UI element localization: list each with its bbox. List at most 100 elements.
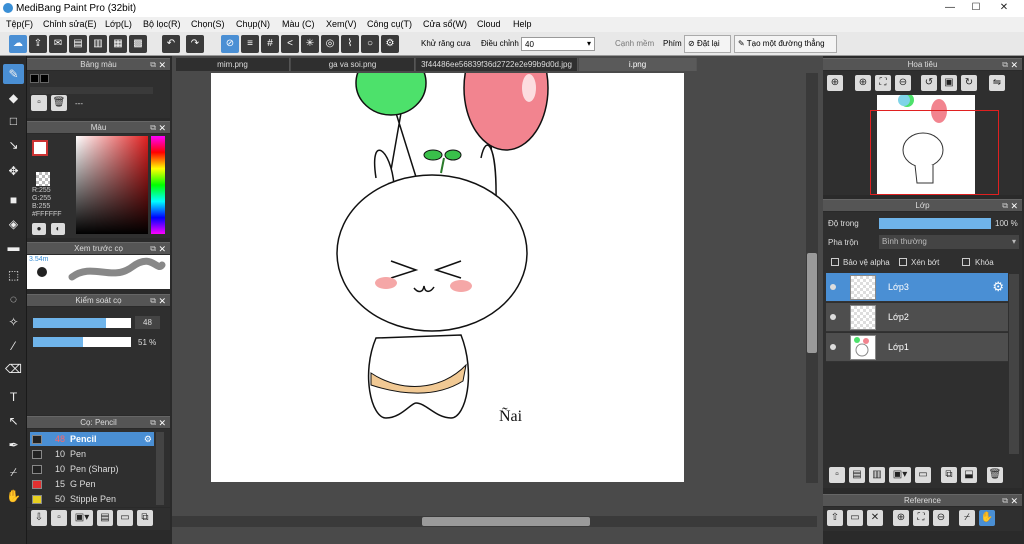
close-icon[interactable]: ✕ <box>1010 200 1018 212</box>
gear-icon[interactable]: ⚙ <box>381 35 399 53</box>
circle-snap-icon[interactable]: ◎ <box>321 35 339 53</box>
menu-snap[interactable]: Chụp(N) <box>236 19 270 29</box>
correction-select[interactable]: 40 ▾ <box>521 37 595 51</box>
menu-color[interactable]: Màu (C) <box>282 19 315 29</box>
properties-icon[interactable]: ▤ <box>97 510 113 526</box>
gear-icon[interactable]: ⚙ <box>144 432 152 446</box>
menu-view[interactable]: Xem(V) <box>326 19 357 29</box>
add-palette-icon[interactable]: ▫ <box>31 95 47 111</box>
eyedropper-tool-icon[interactable]: ⌿ <box>3 462 24 482</box>
zoom-in-icon[interactable]: ⊕ <box>827 75 843 91</box>
eye-icon[interactable] <box>830 314 836 320</box>
parallel-snap-icon[interactable]: ≡ <box>241 35 259 53</box>
radial-snap-icon[interactable]: ✳ <box>301 35 319 53</box>
menu-cloud[interactable]: Cloud <box>477 19 501 29</box>
rectangle-tool-icon[interactable]: □ <box>3 111 24 131</box>
color-square[interactable] <box>76 136 148 234</box>
cloud-download-icon[interactable]: ⇩ <box>31 510 47 526</box>
zoom-in-icon[interactable]: ⊕ <box>893 510 909 526</box>
close-icon[interactable]: ✕ <box>158 122 166 134</box>
zoom-out-icon[interactable]: ⊖ <box>933 510 949 526</box>
vertical-scrollbar[interactable] <box>806 73 818 483</box>
cloud-upload-icon[interactable]: ⇧ <box>827 510 843 526</box>
window-icon[interactable]: ⧉ <box>150 243 156 255</box>
doc-tab[interactable]: i.png <box>579 58 697 71</box>
close-icon[interactable]: ✕ <box>158 59 166 71</box>
doc-tab[interactable]: mim.png <box>176 58 290 71</box>
rotate-left-icon[interactable]: ↺ <box>921 75 937 91</box>
minimize-icon[interactable]: — <box>938 1 962 15</box>
horizontal-scrollbar[interactable] <box>172 516 817 527</box>
close-icon[interactable]: ✕ <box>158 417 166 429</box>
redo-icon[interactable]: ↷ <box>186 35 204 53</box>
window-icon[interactable]: ⧉ <box>150 417 156 429</box>
menu-filter[interactable]: Bộ lọc(R) <box>143 19 181 29</box>
window-icon[interactable]: ⧉ <box>150 122 156 134</box>
close-icon[interactable]: ✕ <box>158 295 166 307</box>
hand-icon[interactable]: ✋ <box>979 510 995 526</box>
close-icon[interactable]: ✕ <box>1010 59 1018 71</box>
fit-icon[interactable]: ⛶ <box>875 75 891 91</box>
drawing-canvas[interactable]: Ñai <box>211 73 684 482</box>
brush-list-scrollbar[interactable] <box>156 432 164 505</box>
swatch[interactable] <box>30 74 39 83</box>
open-icon[interactable]: ▭ <box>847 510 863 526</box>
dot-tool-icon[interactable]: ↘ <box>3 135 24 155</box>
new-brush-icon[interactable]: ▫ <box>51 510 67 526</box>
page-icon[interactable]: ▥ <box>89 35 107 53</box>
create-line-button[interactable]: ✎ Tạo một đường thẳng <box>734 35 837 53</box>
folder-icon[interactable]: ▭ <box>117 510 133 526</box>
brush-item[interactable]: 15 G Pen <box>30 477 154 491</box>
eraser-tool-icon[interactable]: ◆ <box>3 88 24 108</box>
zoom-in-icon[interactable]: ⊕ <box>855 75 871 91</box>
move-tool-icon[interactable]: ✥ <box>3 161 24 181</box>
select-pen-tool-icon[interactable]: ⁄ <box>3 336 24 356</box>
document-icon[interactable]: ▤ <box>69 35 87 53</box>
magic-wand-tool-icon[interactable]: ✧ <box>3 312 24 332</box>
brush-item[interactable]: 10 Pen <box>30 447 154 461</box>
grid-icon[interactable]: ▦ <box>109 35 127 53</box>
swatch[interactable] <box>40 74 49 83</box>
protect-alpha-checkbox[interactable] <box>831 258 839 266</box>
merge-icon[interactable]: ⬓ <box>961 467 977 483</box>
zoom-out-icon[interactable]: ⊖ <box>895 75 911 91</box>
eye-icon[interactable] <box>830 284 836 290</box>
snap-off-icon[interactable]: ⊘ <box>221 35 239 53</box>
maximize-icon[interactable]: ☐ <box>964 1 988 15</box>
duplicate-icon[interactable]: ⧉ <box>941 467 957 483</box>
perspective-snap-icon[interactable]: < <box>281 35 299 53</box>
brush-tool-icon[interactable]: ✎ <box>3 64 24 84</box>
size-value[interactable]: 48 <box>135 316 160 329</box>
size-slider[interactable] <box>33 318 131 328</box>
doc-tab[interactable]: 3f44486ee56839f36d2722e2e99b9d0d.jpg <box>416 58 578 71</box>
copy-icon[interactable]: ⧉ <box>137 510 153 526</box>
close-icon[interactable]: ✕ <box>867 510 883 526</box>
select-tool-icon[interactable]: ⬚ <box>3 265 24 285</box>
fit-screen-icon[interactable]: ▣ <box>941 75 957 91</box>
brush-item[interactable]: 50 Stipple Pen <box>30 492 154 506</box>
flip-icon[interactable]: ⇋ <box>989 75 1005 91</box>
window-icon[interactable]: ⧉ <box>1002 200 1008 212</box>
eyedropper-icon[interactable]: ⌿ <box>959 510 975 526</box>
select-eraser-tool-icon[interactable]: ⌫ <box>3 359 24 379</box>
layer-list-scrollbar[interactable] <box>1009 274 1019 454</box>
menu-layer[interactable]: Lớp(L) <box>105 19 132 29</box>
add-layer-icon[interactable]: ▣▾ <box>889 467 911 483</box>
divide-tool-icon[interactable]: ✒ <box>3 435 24 455</box>
bucket-tool-icon[interactable]: ◈ <box>3 214 24 234</box>
list-icon[interactable]: ▩ <box>129 35 147 53</box>
navigator-viewport[interactable] <box>870 110 999 195</box>
close-icon[interactable]: ✕ <box>992 1 1016 15</box>
menu-edit[interactable]: Chỉnh sửa(E) <box>43 19 97 29</box>
menu-tools[interactable]: Công cụ(T) <box>367 19 412 29</box>
menu-help[interactable]: Help <box>513 19 532 29</box>
menu-select[interactable]: Chọn(S) <box>191 19 225 29</box>
doc-tab[interactable]: ga va soi.png <box>291 58 415 71</box>
share-icon[interactable]: ⇪ <box>29 35 47 53</box>
brush-item[interactable]: 10 Pen (Sharp) <box>30 462 154 476</box>
new-halftone-layer-icon[interactable]: ▤ <box>849 467 865 483</box>
layer-opacity-slider[interactable] <box>879 218 991 229</box>
add-brush-icon[interactable]: ▣▾ <box>71 510 93 526</box>
layer-item[interactable]: Lớp3 ⚙ <box>826 273 1008 302</box>
fill-rect-tool-icon[interactable]: ■ <box>3 190 24 210</box>
